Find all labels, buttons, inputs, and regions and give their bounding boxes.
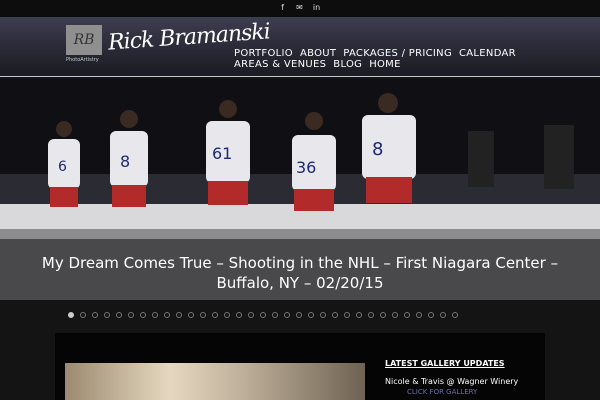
slide-dot[interactable] [248, 312, 254, 318]
slide-dot[interactable] [404, 312, 410, 318]
slide-dot[interactable] [272, 312, 278, 318]
slide-dot[interactable] [68, 312, 74, 318]
linkedin-icon[interactable]: in [312, 3, 321, 12]
slide-dot[interactable] [128, 312, 134, 318]
slide-dot[interactable] [284, 312, 290, 318]
nav-about[interactable]: ABOUT [300, 48, 336, 59]
nav-portfolio[interactable]: PORTFOLIO [234, 48, 293, 59]
hero-caption-line2: Buffalo, NY – 02/20/15 [216, 274, 384, 292]
email-icon[interactable]: ✉ [295, 3, 304, 12]
nav-packages-pricing[interactable]: PACKAGES / PRICING [343, 48, 452, 59]
slide-dot[interactable] [176, 312, 182, 318]
slide-dot[interactable] [200, 312, 206, 318]
facebook-icon[interactable]: f [278, 3, 287, 12]
nav-calendar[interactable]: CALENDAR [459, 48, 516, 59]
content-area: LATEST GALLERY UPDATES Nicole & Travis @… [55, 333, 545, 400]
slide-dot[interactable] [440, 312, 446, 318]
slide-dot[interactable] [260, 312, 266, 318]
nav-home[interactable]: HOME [369, 59, 401, 70]
slide-dot[interactable] [320, 312, 326, 318]
hero-caption-line1: My Dream Comes True – Shooting in the NH… [41, 254, 559, 272]
logo-tagline: PhotoArtistry [66, 57, 99, 63]
svg-text:8: 8 [372, 139, 383, 160]
slide-dot[interactable] [416, 312, 422, 318]
slide-dot[interactable] [296, 312, 302, 318]
slideshow-pagination [68, 312, 458, 318]
slide-dot[interactable] [104, 312, 110, 318]
logo[interactable]: RB [66, 25, 102, 55]
site-header: RB PhotoArtistry Rick Bramanski PORTFOLI… [0, 17, 600, 77]
slide-dot[interactable] [140, 312, 146, 318]
slide-dot[interactable] [212, 312, 218, 318]
slide-dot[interactable] [452, 312, 458, 318]
nav-blog[interactable]: BLOG [333, 59, 362, 70]
slide-dot[interactable] [116, 312, 122, 318]
slide-dot[interactable] [188, 312, 194, 318]
main-nav: PORTFOLIO ABOUT PACKAGES / PRICING CALENDAR… [234, 48, 524, 70]
nav-areas-venues[interactable]: AREAS & VENUES [234, 59, 326, 70]
slide-dot[interactable] [224, 312, 230, 318]
gallery-link[interactable]: CLICK FOR GALLERY [407, 388, 477, 396]
slide-dot[interactable] [308, 312, 314, 318]
hero-caption[interactable]: My Dream Comes True – Shooting in the NH… [0, 253, 600, 293]
slide-dot[interactable] [428, 312, 434, 318]
slide-dot[interactable] [236, 312, 242, 318]
latest-gallery-heading: LATEST GALLERY UPDATES [385, 359, 505, 368]
slide-dot[interactable] [368, 312, 374, 318]
hero-slideshow[interactable]: 6 8 61 36 8 My Dream Comes True – Shooti… [0, 79, 600, 300]
social-links: f ✉ in [278, 3, 321, 12]
slide-dot[interactable] [152, 312, 158, 318]
slide-dot[interactable] [164, 312, 170, 318]
slide-dot[interactable] [392, 312, 398, 318]
slide-dot[interactable] [344, 312, 350, 318]
slide-dot[interactable] [80, 312, 86, 318]
gallery-preview-image[interactable] [65, 363, 365, 400]
svg-text:8: 8 [120, 152, 130, 171]
slide-dot[interactable] [332, 312, 338, 318]
top-bar: f ✉ in [0, 0, 600, 17]
slide-dot[interactable] [92, 312, 98, 318]
slide-dot[interactable] [356, 312, 362, 318]
svg-text:6: 6 [58, 159, 67, 175]
svg-text:36: 36 [296, 158, 316, 177]
slide-dot[interactable] [380, 312, 386, 318]
svg-text:61: 61 [212, 144, 232, 163]
latest-gallery-item[interactable]: Nicole & Travis @ Wagner Winery [385, 377, 518, 386]
